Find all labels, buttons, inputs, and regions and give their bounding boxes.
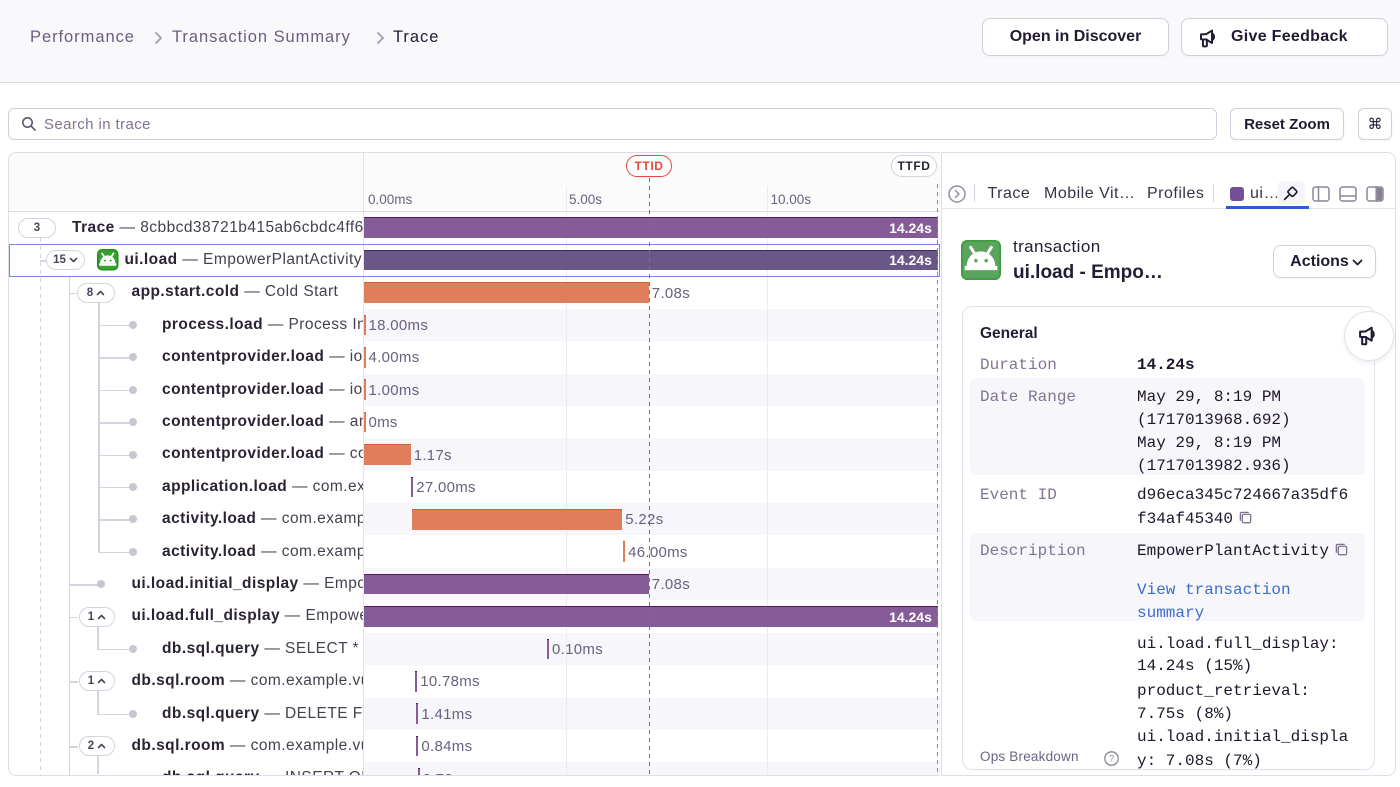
svg-text:?: ?	[1109, 754, 1114, 764]
